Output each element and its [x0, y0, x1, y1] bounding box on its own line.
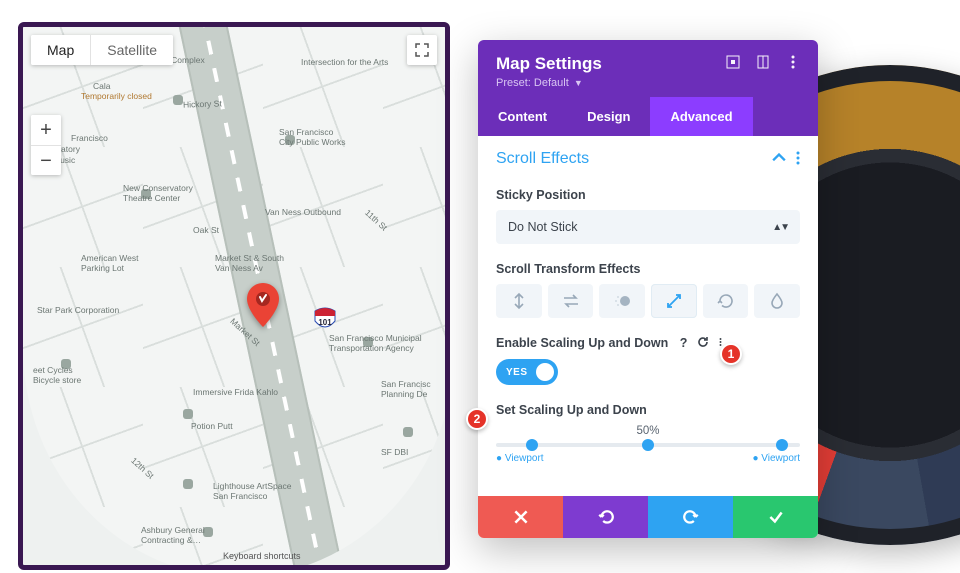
select-chevrons-icon: ▲▼ — [772, 222, 788, 233]
map-label: San Francisc Planning De — [381, 379, 431, 399]
callout-2: 2 — [466, 408, 488, 430]
panel-footer — [478, 496, 818, 538]
poi-marker — [403, 427, 413, 437]
ste-label: Scroll Transform Effects — [496, 262, 800, 276]
sticky-position-value: Do Not Stick — [508, 220, 577, 234]
street-label: 11th St — [363, 207, 389, 232]
fullscreen-button[interactable] — [407, 35, 437, 65]
slider-track[interactable] — [496, 443, 800, 447]
check-icon — [767, 508, 785, 526]
zoom-in-button[interactable]: + — [31, 115, 61, 145]
redo-icon — [682, 508, 700, 526]
poi-marker — [183, 409, 193, 419]
panel-tabs: Content Design Advanced — [478, 97, 818, 136]
map-label: American West Parking Lot — [81, 253, 138, 273]
keyboard-shortcuts-link[interactable]: Keyboard shortcuts — [223, 551, 301, 561]
scroll-transform-options — [496, 284, 800, 318]
panel-body: Scroll Effects Sticky Position Do Not St… — [478, 136, 818, 496]
slider-value: 50% — [496, 425, 800, 437]
map-type-switch: Map Satellite — [31, 35, 173, 65]
map-canvas[interactable]: 101 Center for Complex Intersection for … — [23, 27, 445, 565]
fullscreen-icon — [415, 43, 429, 57]
map-type-map[interactable]: Map — [31, 35, 90, 65]
svg-text:101: 101 — [318, 318, 332, 327]
tab-design[interactable]: Design — [567, 97, 650, 136]
ste-horizontal[interactable] — [548, 284, 594, 318]
map-label: Francisco — [71, 133, 108, 143]
map-label: San Francisco Municipal Transportation A… — [329, 333, 422, 353]
kebab-menu-icon[interactable] — [786, 55, 800, 74]
map-label: Immersive Frida Kahlo — [193, 387, 278, 397]
section-title[interactable]: Scroll Effects — [496, 150, 589, 168]
poi-marker — [183, 479, 193, 489]
poi-marker — [173, 95, 183, 105]
map-label: Star Park Corporation — [37, 305, 119, 315]
settings-panel: Map Settings Preset: Default ▼ Content D… — [478, 40, 818, 538]
enable-scale-toggle[interactable]: YES — [496, 359, 558, 385]
map-label: Temporarily closed — [81, 91, 152, 101]
map-module: 101 Center for Complex Intersection for … — [18, 22, 450, 570]
help-icon[interactable]: ? — [680, 336, 688, 351]
set-scale-label: Set Scaling Up and Down — [496, 403, 800, 417]
save-button[interactable] — [733, 496, 818, 538]
slider-handle-end[interactable] — [776, 439, 788, 451]
tab-advanced[interactable]: Advanced — [650, 97, 752, 136]
map-label: New Conservatory Theatre Center — [123, 183, 193, 203]
hwy-shield: 101 — [313, 307, 337, 336]
wireframe-icon[interactable] — [726, 55, 740, 74]
reset-icon[interactable] — [697, 336, 709, 351]
map-label: San Francisco City Public Works — [279, 127, 345, 147]
map-label: Potion Putt — [191, 421, 233, 431]
close-icon — [512, 508, 530, 526]
slider-start-label: Viewport — [496, 453, 544, 464]
map-zoom-controls: + − — [31, 115, 61, 175]
slider-handle-mid[interactable] — [642, 439, 654, 451]
poi-marker — [401, 527, 411, 537]
redo-button[interactable] — [648, 496, 733, 538]
map-type-satellite[interactable]: Satellite — [90, 35, 173, 65]
map-label: Intersection for the Arts — [301, 57, 388, 67]
toggle-knob — [536, 363, 554, 381]
ste-scale[interactable] — [651, 284, 697, 318]
map-label: SF DBI — [381, 447, 408, 457]
ste-rotate[interactable] — [703, 284, 749, 318]
map-label: Cala — [93, 81, 110, 91]
map-label: eet Cycles Bicycle store — [33, 365, 81, 385]
slider-handle-start[interactable] — [526, 439, 538, 451]
map-label: Ashbury General Contracting &… — [141, 525, 205, 545]
street-label: 12th St — [129, 455, 156, 480]
map-label: Market St & South Van Ness Av — [215, 253, 284, 273]
scale-slider[interactable]: 50% Viewport Viewport — [496, 425, 800, 464]
collapse-icon[interactable] — [772, 151, 786, 168]
slider-end-label: Viewport — [752, 453, 800, 464]
sticky-position-select[interactable]: Do Not Stick ▲▼ — [496, 210, 800, 244]
ste-vertical[interactable] — [496, 284, 542, 318]
panel-title: Map Settings — [496, 54, 602, 74]
map-label: Lighthouse ArtSpace San Francisco — [213, 481, 291, 501]
chevron-down-icon: ▼ — [574, 78, 583, 88]
map-label: Blu — [405, 529, 417, 539]
panel-header: Map Settings Preset: Default ▼ — [478, 40, 818, 97]
ste-blur[interactable] — [754, 284, 800, 318]
map-pin[interactable] — [247, 283, 279, 327]
undo-icon — [597, 508, 615, 526]
street-label: Hickory St — [183, 98, 222, 109]
callout-1: 1 — [720, 343, 742, 365]
map-label: Van Ness Outbound — [265, 207, 341, 217]
sticky-position-label: Sticky Position — [496, 188, 800, 202]
undo-button[interactable] — [563, 496, 648, 538]
docs-icon[interactable] — [756, 55, 770, 74]
street-label: Oak St — [193, 225, 219, 235]
toggle-label: YES — [506, 367, 528, 378]
zoom-out-button[interactable]: − — [31, 145, 61, 175]
cancel-button[interactable] — [478, 496, 563, 538]
enable-scale-label: Enable Scaling Up and Down ? — [496, 336, 800, 351]
tab-content[interactable]: Content — [478, 97, 567, 136]
ste-fade[interactable] — [599, 284, 645, 318]
section-kebab-icon[interactable] — [796, 151, 800, 168]
preset-selector[interactable]: Preset: Default ▼ — [496, 77, 800, 89]
